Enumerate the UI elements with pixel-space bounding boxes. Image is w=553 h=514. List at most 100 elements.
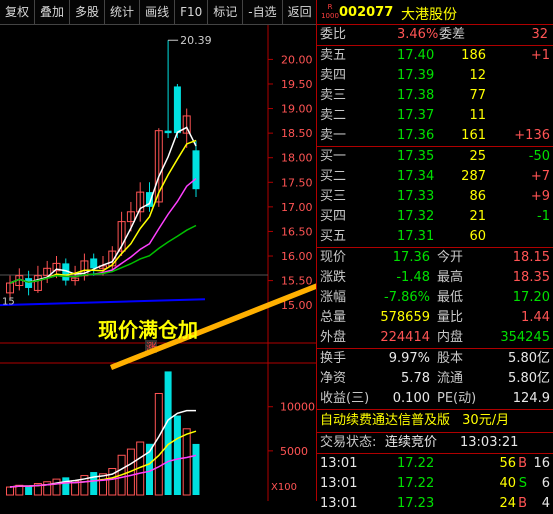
toolbar-button-4[interactable]: 画线 bbox=[140, 0, 176, 24]
toolbar-button-1[interactable]: 叠加 bbox=[35, 0, 71, 24]
quote-label: 内盘 bbox=[437, 330, 464, 345]
quote-value: 17.20 bbox=[512, 290, 550, 305]
low-label: 15 bbox=[2, 296, 15, 307]
quote-value: 354245 bbox=[500, 330, 550, 345]
level-change: +1 bbox=[530, 48, 550, 63]
fundamental-label: 净资 bbox=[320, 371, 347, 386]
level-price: 17.34 bbox=[397, 169, 435, 184]
level-change: -1 bbox=[537, 209, 550, 224]
fundamental-value: 5.78 bbox=[401, 371, 430, 386]
level-volume: 12 bbox=[469, 68, 486, 83]
level-label: 买四 bbox=[320, 209, 347, 224]
level-price: 17.32 bbox=[397, 209, 435, 224]
toolbar-button-8[interactable]: 返回 bbox=[283, 0, 318, 24]
quote-value: 578659 bbox=[380, 310, 430, 325]
price-tick-label: 18.00 bbox=[281, 152, 313, 165]
toolbar-button-3[interactable]: 统计 bbox=[105, 0, 141, 24]
price-tick-label: 20.00 bbox=[281, 53, 313, 66]
toolbar-button-5[interactable]: F10 bbox=[175, 0, 209, 24]
quote-value: 224414 bbox=[380, 330, 430, 345]
level-price: 17.31 bbox=[397, 229, 435, 244]
tick-list: 13:01 17.22 56 B 16 13:01 17.22 40 S 6 13:01 17.23 2… bbox=[317, 453, 553, 514]
tick-count: 16 bbox=[533, 456, 550, 471]
toolbar-button-2[interactable]: 多股 bbox=[70, 0, 106, 24]
trade-status-row: 交易状态: 连续竞价 13:03:21 bbox=[317, 432, 553, 453]
quote-row: 涨跌 -1.48 最高 18.35 bbox=[317, 268, 553, 288]
tick-count: 6 bbox=[541, 476, 550, 491]
fundamental-row: 收益(三) 0.100 PE(动) 124.9 bbox=[317, 389, 553, 409]
sell-row: 卖五 17.40 186 +1 bbox=[317, 46, 553, 66]
quote-label: 最低 bbox=[437, 290, 464, 305]
price-tick-label: 16.50 bbox=[281, 225, 313, 238]
volume-tick-label: 10000 bbox=[280, 401, 315, 414]
price-tick-label: 18.50 bbox=[281, 127, 313, 140]
tick-time: 13:01 bbox=[320, 476, 358, 491]
level-price: 17.38 bbox=[397, 88, 435, 103]
kline-chart-area[interactable]: 20.00 19.50 19.00 18.50 18.00 17.50 17.00 16.50… bbox=[0, 25, 316, 501]
ad-banner[interactable]: 自动续费通达信普及版 30元/月 bbox=[317, 409, 553, 432]
candle-body bbox=[192, 150, 200, 190]
fundamental-value: 5.80亿 bbox=[508, 371, 550, 386]
level-change: -50 bbox=[528, 149, 550, 164]
long-moving-average-line bbox=[0, 298, 206, 307]
quote-label: 涨跌 bbox=[320, 270, 347, 285]
volume-bar bbox=[154, 392, 163, 496]
level-volume: 77 bbox=[469, 88, 486, 103]
quote-label: 总量 bbox=[320, 310, 347, 325]
buy-row: 买三 17.33 86 +9 bbox=[317, 187, 553, 207]
weibi-value: 3.46% bbox=[397, 27, 439, 42]
level-change: +9 bbox=[530, 189, 550, 204]
quote-row: 现价 17.36 今开 18.15 bbox=[317, 248, 553, 268]
fundamental-label: 股本 bbox=[437, 351, 464, 366]
toolbar-button-7[interactable]: -自选 bbox=[243, 0, 283, 24]
tick-price: 17.22 bbox=[397, 456, 435, 471]
quote-label: 最高 bbox=[437, 270, 464, 285]
tick-side: S bbox=[518, 476, 527, 491]
price-tick-label: 17.00 bbox=[281, 201, 313, 214]
sell-book: 卖五 17.40 186 +1 卖四 17.39 12 卖三 17.38 77 卖二 17.37 11 卖… bbox=[317, 45, 553, 146]
fundamental-label: PE(动) bbox=[437, 391, 477, 406]
level-price: 17.39 bbox=[397, 68, 435, 83]
tick-side: B bbox=[518, 496, 527, 511]
volume-bar bbox=[192, 443, 200, 495]
volume-bar bbox=[164, 371, 172, 495]
level-volume: 161 bbox=[461, 128, 486, 143]
quote-value: 1.44 bbox=[521, 310, 550, 325]
chart-toolbar: 复权 叠加 多股 统计 画线 F10 标记 -自选 返回 bbox=[0, 0, 318, 25]
level-price: 17.40 bbox=[397, 48, 435, 63]
volume-bar bbox=[99, 473, 107, 496]
price-tick-label: 17.50 bbox=[281, 176, 313, 189]
kline-chart[interactable]: 20.00 19.50 19.00 18.50 18.00 17.50 17.00 16.50… bbox=[0, 25, 316, 501]
quote-label: 量比 bbox=[437, 310, 464, 325]
level-volume: 60 bbox=[469, 229, 486, 244]
quote-label: 现价 bbox=[320, 250, 347, 265]
toolbar-button-0[interactable]: 复权 bbox=[0, 0, 36, 24]
quote-value: 18.35 bbox=[512, 270, 550, 285]
toolbar-button-6[interactable]: 标记 bbox=[208, 0, 244, 24]
sell-row: 卖四 17.39 12 bbox=[317, 66, 553, 86]
trade-status-label: 交易状态: bbox=[320, 435, 377, 450]
ad-price: 30元/月 bbox=[462, 413, 510, 428]
stock-code: 002077 bbox=[339, 5, 394, 20]
candle-body bbox=[90, 258, 98, 269]
quote-label: 外盘 bbox=[320, 330, 347, 345]
stock-name: 大港股份 bbox=[401, 7, 457, 23]
fundamentals: 换手 9.97% 股本 5.80亿 净资 5.78 流通 5.80亿 收益(三) 0.100 PE(… bbox=[317, 348, 553, 409]
level-label: 卖五 bbox=[320, 48, 347, 63]
quote-label: 涨幅 bbox=[320, 290, 347, 305]
fundamental-value: 124.9 bbox=[512, 391, 550, 406]
tick-price: 17.23 bbox=[397, 496, 435, 511]
fundamental-row: 换手 9.97% 股本 5.80亿 bbox=[317, 349, 553, 369]
quote-row: 外盘 224414 内盘 354245 bbox=[317, 328, 553, 348]
volume-unit-label: X100 bbox=[271, 482, 297, 493]
level-price: 17.35 bbox=[397, 149, 435, 164]
sell-row: 卖二 17.37 11 bbox=[317, 106, 553, 126]
quote-row: 涨幅 -7.86% 最低 17.20 bbox=[317, 288, 553, 308]
level-change: +7 bbox=[530, 169, 550, 184]
tick-volume: 56 bbox=[499, 456, 516, 471]
volume-bar bbox=[90, 472, 98, 495]
price-tick-label: 19.00 bbox=[281, 103, 313, 116]
quote-row: 总量 578659 量比 1.44 bbox=[317, 308, 553, 328]
candle-body bbox=[25, 278, 33, 288]
level-label: 卖二 bbox=[320, 108, 347, 123]
